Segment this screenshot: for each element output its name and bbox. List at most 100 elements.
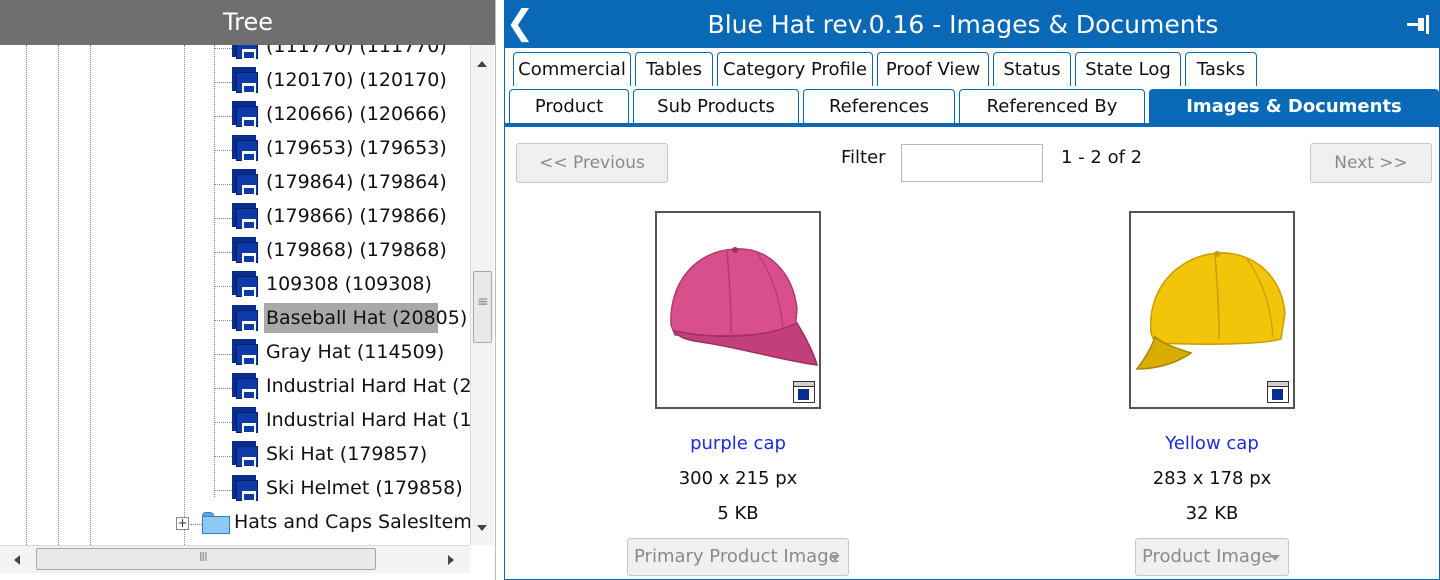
- tree-item[interactable]: Gray Hat (114509): [0, 337, 470, 367]
- image-type-icon: [793, 381, 815, 403]
- asset-thumbnail[interactable]: [1129, 211, 1295, 409]
- pin-icon[interactable]: [1407, 15, 1431, 35]
- title-bar: ❮ Blue Hat rev.0.16 - Images & Documents: [505, 1, 1439, 48]
- tree-item-label: Baseball Hat (20805): [264, 303, 467, 333]
- tree-item[interactable]: 109308 (109308): [0, 269, 470, 299]
- tree-item-label: (179868) (179868): [266, 239, 447, 261]
- back-button[interactable]: ❮: [505, 1, 535, 48]
- product-icon: [232, 169, 258, 196]
- asset-type-select[interactable]: Product Image: [1135, 538, 1289, 576]
- tree-item-label: Ski Helmet (179858): [266, 477, 463, 499]
- asset-type-value: Primary Product Image: [634, 546, 840, 567]
- asset-dimensions: 283 x 178 px: [1152, 468, 1272, 489]
- folder-icon: [202, 512, 230, 534]
- product-icon: [232, 67, 258, 94]
- asset-name-link[interactable]: purple cap: [625, 433, 851, 454]
- tab-images-documents[interactable]: Images & Documents: [1149, 89, 1439, 123]
- tree-item-label: Industrial Hard Hat (1811: [266, 409, 470, 431]
- tab-commercial[interactable]: Commercial: [513, 52, 631, 86]
- product-icon: [232, 475, 258, 502]
- tree-panel: Tree (111770) (111770) (120170) (120170)…: [0, 0, 496, 580]
- tab-tasks[interactable]: Tasks: [1185, 52, 1257, 86]
- tab-sub-products[interactable]: Sub Products: [633, 89, 799, 123]
- product-icon: [232, 203, 258, 230]
- tree-item[interactable]: Industrial Hard Hat (1811: [0, 405, 470, 435]
- tree-item[interactable]: (120170) (120170): [0, 65, 470, 95]
- tab-state-log[interactable]: State Log: [1075, 52, 1181, 86]
- scroll-right-icon[interactable]: [448, 555, 454, 565]
- tree-folder-item[interactable]: + Hats and Caps SalesItems (2(: [0, 507, 470, 537]
- product-icon: [232, 373, 258, 400]
- tab-status[interactable]: Status: [993, 52, 1071, 86]
- tree-item[interactable]: (179868) (179868): [0, 235, 470, 265]
- tree-item[interactable]: Industrial Hard Hat (2080: [0, 371, 470, 401]
- tree-item[interactable]: (179653) (179653): [0, 133, 470, 163]
- tree-body: (111770) (111770) (120170) (120170) (120…: [0, 45, 470, 545]
- asset-file-size: 32 KB: [1185, 503, 1239, 524]
- product-icon: [232, 441, 258, 468]
- tree-item-label: (179866) (179866): [266, 205, 447, 227]
- images-documents-panel: ❮ Blue Hat rev.0.16 - Images & Documents…: [504, 0, 1440, 580]
- scroll-up-icon[interactable]: [477, 61, 487, 67]
- tab-category-profile[interactable]: Category Profile: [717, 52, 873, 86]
- tree-item-label: Ski Hat (179857): [266, 443, 428, 465]
- tree-item-selected[interactable]: Baseball Hat (20805): [0, 303, 470, 333]
- tree-item-label: (120170) (120170): [266, 69, 447, 91]
- asset-card: purple cap 300 x 215 px 5 KB Primary Pro…: [625, 211, 865, 579]
- scroll-left-icon[interactable]: [14, 555, 20, 565]
- product-icon: [232, 339, 258, 366]
- tab-tables[interactable]: Tables: [635, 52, 713, 86]
- asset-type-select[interactable]: Primary Product Image: [627, 538, 849, 576]
- tree-item-label: (111770) (111770): [266, 45, 447, 57]
- tab-underline: [505, 123, 1439, 127]
- scroll-thumb[interactable]: [473, 271, 492, 343]
- expand-icon[interactable]: +: [176, 517, 189, 530]
- previous-button[interactable]: << Previous: [516, 143, 668, 183]
- tab-bar: Commercial Tables Category Profile Proof…: [505, 48, 1439, 128]
- tab-product[interactable]: Product: [509, 89, 629, 123]
- tree-item-label: (179653) (179653): [266, 137, 447, 159]
- tab-referenced-by[interactable]: Referenced By: [959, 89, 1145, 123]
- product-icon: [232, 237, 258, 264]
- asset-card: Yellow cap 283 x 178 px 32 KB Product Im…: [1099, 211, 1339, 579]
- tab-references[interactable]: References: [803, 89, 955, 123]
- tree-item[interactable]: (120666) (120666): [0, 99, 470, 129]
- tree-item-label: Gray Hat (114509): [266, 341, 445, 363]
- tree-folder-label: Hats and Caps SalesItems (2(: [234, 511, 470, 533]
- image-type-icon: [1267, 381, 1289, 403]
- tree-item-label: (179864) (179864): [266, 171, 447, 193]
- asset-file-size: 5 KB: [717, 503, 759, 524]
- tree-vertical-scrollbar[interactable]: [470, 45, 494, 545]
- tree-item-label: (120666) (120666): [266, 103, 447, 125]
- chevron-down-icon: [1270, 555, 1280, 561]
- next-button[interactable]: Next >>: [1310, 143, 1432, 183]
- tree-item-label: Industrial Hard Hat (2080: [266, 375, 470, 397]
- tree-item[interactable]: (179866) (179866): [0, 201, 470, 231]
- tree-item[interactable]: Ski Hat (179857): [0, 439, 470, 469]
- tree-horizontal-scrollbar[interactable]: [0, 545, 470, 573]
- scroll-thumb[interactable]: [36, 548, 376, 570]
- paging-info: 1 - 2 of 2: [1061, 147, 1143, 168]
- asset-type-value: Product Image: [1142, 546, 1273, 567]
- cap-image: [670, 247, 818, 366]
- product-icon: [232, 135, 258, 162]
- tree-item[interactable]: (111770) (111770): [0, 45, 470, 61]
- asset-name-link[interactable]: Yellow cap: [1099, 433, 1325, 454]
- product-icon: [232, 407, 258, 434]
- tree-header: Tree: [0, 0, 495, 45]
- tree-item[interactable]: Ski Helmet (179858): [0, 473, 470, 503]
- asset-dimensions: 300 x 215 px: [678, 468, 798, 489]
- filter-label: Filter: [841, 147, 886, 168]
- tree-item[interactable]: (179864) (179864): [0, 167, 470, 197]
- product-icon: [232, 45, 258, 60]
- chevron-down-icon: [830, 555, 840, 561]
- tab-proof-view[interactable]: Proof View: [877, 52, 989, 86]
- product-icon: [232, 101, 258, 128]
- product-icon: [232, 271, 258, 298]
- page-title: Blue Hat rev.0.16 - Images & Documents: [707, 10, 1219, 39]
- scroll-down-icon[interactable]: [477, 525, 487, 531]
- asset-thumbnail[interactable]: [655, 211, 821, 409]
- tree-item-label: 109308 (109308): [266, 273, 432, 295]
- filter-input[interactable]: [901, 144, 1043, 182]
- cap-image: [1135, 251, 1286, 370]
